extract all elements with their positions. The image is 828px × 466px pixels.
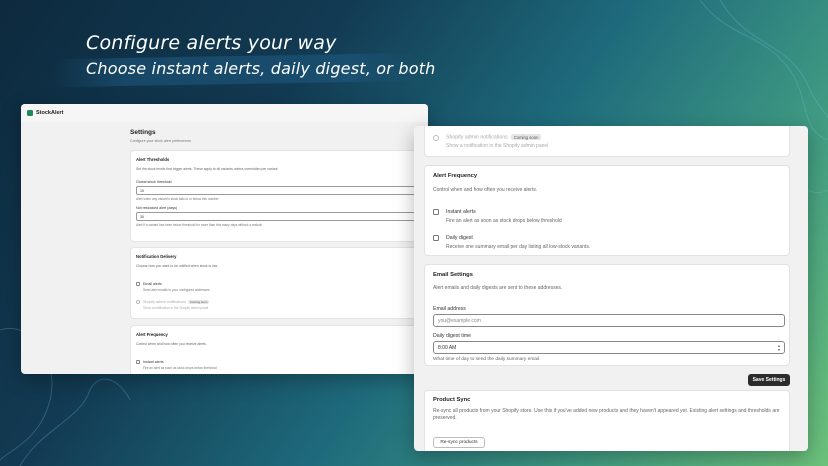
- card-title: Alert Frequency: [433, 173, 478, 179]
- shopify-notify-text: Shopify admin notifications: [143, 300, 186, 304]
- instant-alerts-desc: Fire an alert as soon as stock drops bel…: [446, 218, 562, 224]
- shopify-notify-desc: Show a notification in the Shopify admin…: [446, 143, 549, 149]
- instant-alerts-checkbox[interactable]: [433, 209, 439, 215]
- shopify-notify-label: Shopify admin notifications Coming soon: [143, 300, 210, 304]
- email-alerts-label: Email alerts: [143, 282, 162, 286]
- app-topbar: StockAlert: [21, 104, 428, 122]
- digest-time-select[interactable]: 8:00 AM ▴ ▾: [433, 341, 785, 354]
- instant-alerts-label: Instant alerts: [143, 360, 164, 364]
- email-address-label: Email address: [433, 306, 466, 312]
- coming-soon-badge: Coming soon: [510, 134, 542, 140]
- headline-title: Configure alerts your way: [86, 32, 337, 54]
- card-title: Notification Delivery: [136, 254, 177, 259]
- instant-alerts-checkbox[interactable]: [136, 360, 140, 364]
- select-chevron-icon: ▴ ▾: [777, 343, 780, 352]
- global-threshold-label: Global stock threshold: [136, 180, 172, 184]
- card-title: Email Settings: [433, 272, 473, 278]
- card-description: Re-sync all products from your Shopify s…: [433, 408, 780, 421]
- shopify-notify-radio: [433, 135, 439, 141]
- shopify-notify-text: Shopify admin notifications: [446, 134, 508, 141]
- daily-digest-checkbox[interactable]: [433, 235, 439, 241]
- digest-time-hint: What time of day to send the daily summa…: [433, 357, 541, 362]
- card-description: Alert emails and daily digests are sent …: [433, 285, 563, 291]
- digest-time-label: Daily digest time: [433, 333, 472, 339]
- card-description: Set the stock levels that trigger alerts…: [136, 167, 279, 171]
- app-brand: StockAlert: [36, 110, 64, 116]
- not-restocked-hint: Alert if a variant has been below thresh…: [136, 223, 263, 227]
- card-title: Alert Thresholds: [136, 157, 170, 162]
- shopify-notify-card: Shopify admin notifications Coming soon S…: [424, 126, 790, 157]
- settings-window-right: Shopify admin notifications Coming soon S…: [414, 126, 808, 451]
- not-restocked-label: Not restocked alert (days): [136, 206, 178, 210]
- card-title: Product Sync: [433, 397, 471, 403]
- product-sync-card: Product Sync Re-sync all products from y…: [424, 390, 790, 451]
- card-title: Alert Frequency: [136, 332, 168, 337]
- email-address-input[interactable]: you@example.com: [433, 314, 785, 327]
- global-threshold-input[interactable]: 10: [136, 186, 418, 195]
- card-description: Control when and how often you receive a…: [433, 187, 538, 193]
- shopify-notify-desc: Show a notification in the Shopify admin…: [143, 306, 209, 310]
- card-description: Control when and how often you receive a…: [136, 342, 207, 346]
- instant-alerts-desc: Fire an alert as soon as stock drops bel…: [143, 366, 217, 370]
- stockalert-logo-icon: [27, 110, 33, 116]
- shopify-notify-radio: [136, 300, 140, 304]
- not-restocked-input[interactable]: 30: [136, 212, 418, 221]
- notification-delivery-card: Notification Delivery Choose how you wan…: [130, 247, 428, 319]
- alert-frequency-card: Alert Frequency Control when and how oft…: [130, 325, 428, 374]
- email-settings-card: Email Settings Alert emails and daily di…: [424, 264, 790, 366]
- daily-digest-label: Daily digest: [446, 235, 473, 241]
- instant-alerts-label: Instant alerts: [446, 209, 476, 215]
- global-threshold-hint: Alert when any variant's stock falls to …: [136, 197, 219, 201]
- resync-products-button[interactable]: Re-sync products: [433, 437, 485, 448]
- email-alerts-desc: Send alert emails to your configured add…: [143, 288, 210, 292]
- digest-time-value: 8:00 AM: [438, 345, 457, 351]
- page-subtitle: Configure your stock alert preferences: [130, 139, 191, 143]
- alert-frequency-card: Alert Frequency Control when and how oft…: [424, 165, 790, 256]
- shopify-notify-label: Shopify admin notifications Coming soon: [446, 134, 542, 141]
- page-title: Settings: [130, 129, 156, 136]
- card-description: Choose how you want to be notified when …: [136, 264, 218, 268]
- save-settings-button[interactable]: Save Settings: [748, 374, 790, 386]
- headline-subtitle: Choose instant alerts, daily digest, or …: [86, 59, 436, 78]
- settings-window-left: StockAlert Settings Configure your stock…: [21, 104, 428, 374]
- coming-soon-badge: Coming soon: [187, 300, 210, 304]
- email-alerts-checkbox[interactable]: [136, 282, 140, 286]
- alert-thresholds-card: Alert Thresholds Set the stock levels th…: [130, 150, 428, 242]
- daily-digest-desc: Receive one summary email per day listin…: [446, 244, 591, 250]
